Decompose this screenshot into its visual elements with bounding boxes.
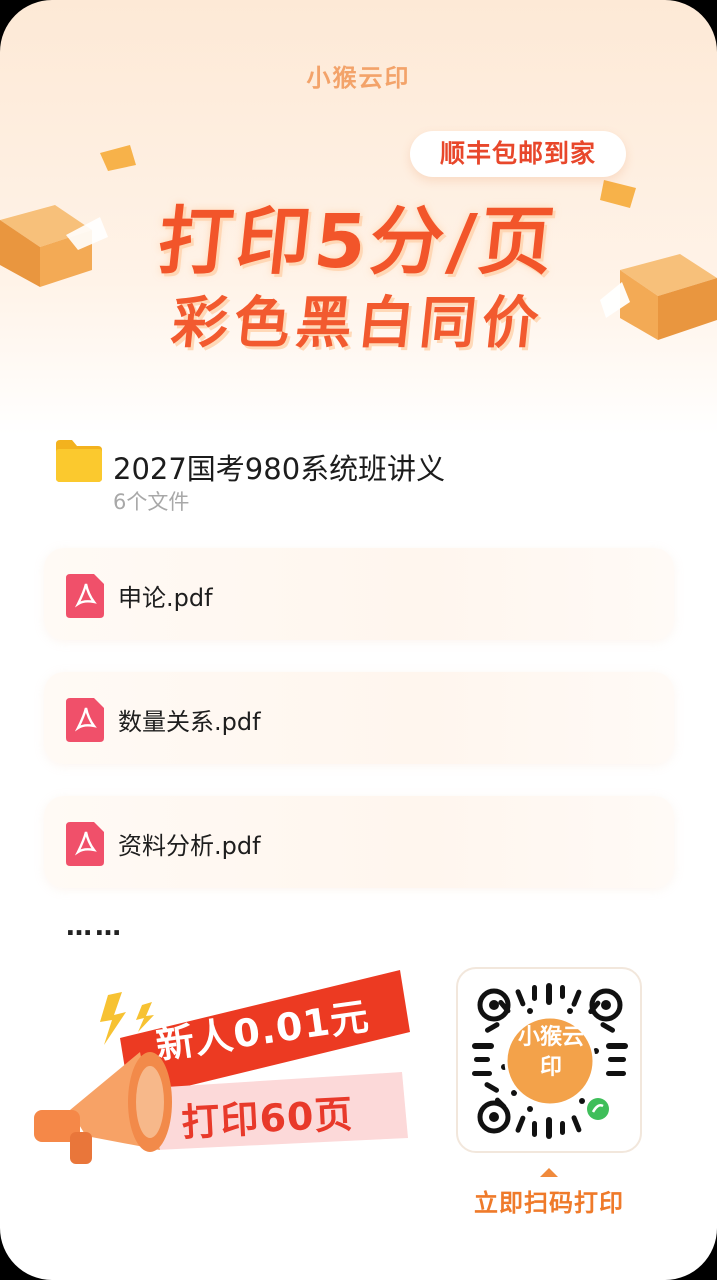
file-name: 数量关系.pdf [118, 708, 261, 736]
brand-logo: 小猴云印 [306, 64, 411, 92]
folder-title: 2027国考980系统班讲义 [113, 452, 446, 486]
file-name: 资料分析.pdf [118, 832, 261, 860]
qr-center-logo: 小猴云印 [518, 1025, 585, 1080]
price-headline: 打印5分/页 [154, 199, 562, 285]
scan-to-print-label: 立即扫码打印 [474, 1189, 624, 1217]
qr-code-card[interactable]: 小猴云印 [456, 967, 642, 1153]
price-subline: 彩色黑白同价 [168, 291, 548, 356]
file-name: 申论.pdf [118, 584, 213, 612]
more-files-ellipsis: …… [66, 912, 124, 942]
promo-banner [34, 970, 410, 1164]
shipping-badge: 顺丰包邮到家 [410, 131, 626, 177]
pdf-icon [66, 698, 104, 742]
promo-pages: 打印60页 [180, 1091, 355, 1145]
pdf-icon [66, 574, 104, 618]
file-item[interactable]: 申论.pdf [44, 548, 674, 640]
file-item[interactable]: 资料分析.pdf [44, 796, 674, 888]
file-item[interactable]: 数量关系.pdf [44, 672, 674, 764]
pdf-icon [66, 822, 104, 866]
folder-icon [56, 440, 102, 482]
folder-file-count: 6个文件 [113, 490, 190, 514]
share-card: 小猴云印 顺丰包邮到家 打印5分/页 彩色黑白同价 2027国考980系统班讲义… [0, 0, 717, 1280]
megaphone-icon [34, 1052, 172, 1164]
lightning-icon [100, 992, 126, 1045]
ribbon-left-icon [100, 145, 136, 171]
arrow-up-icon [540, 1168, 558, 1177]
